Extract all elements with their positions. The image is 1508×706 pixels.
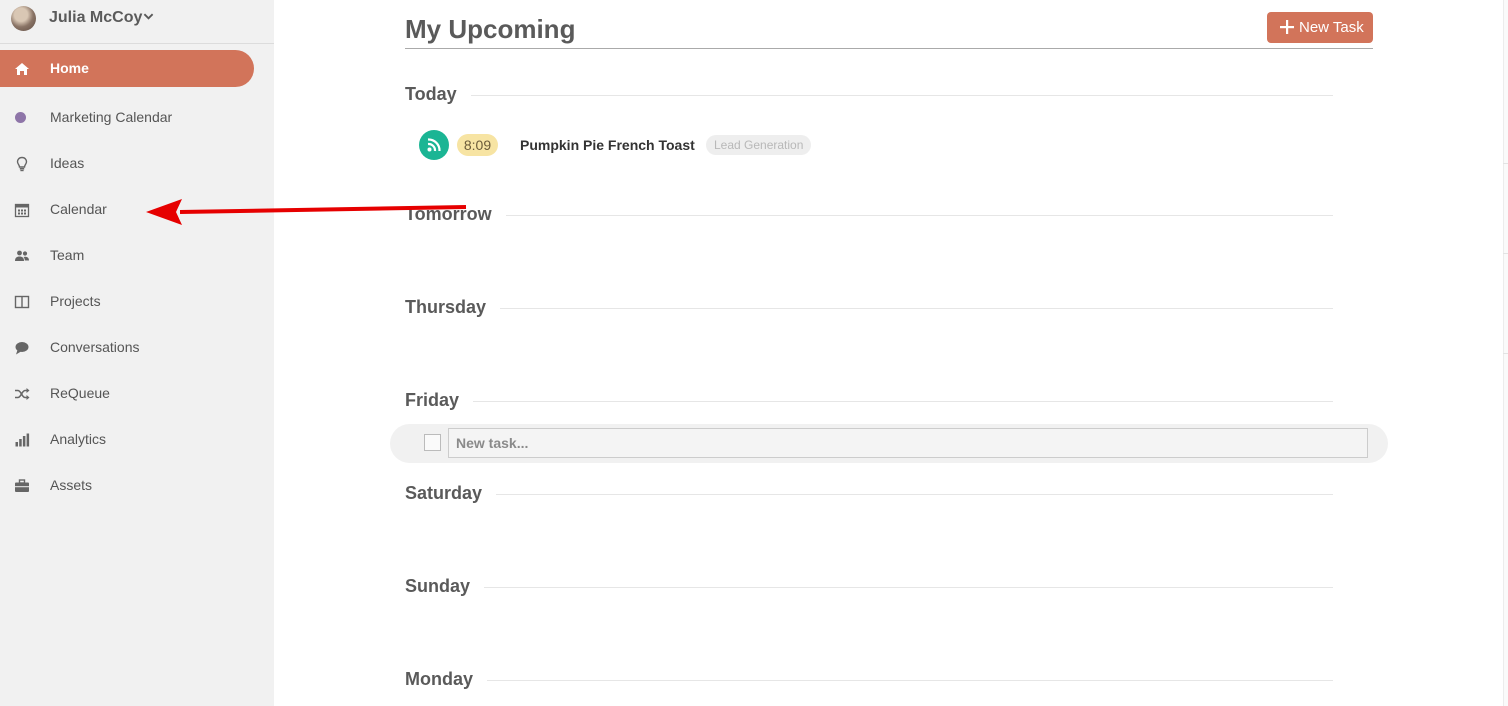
purple-dot-icon: [15, 112, 26, 123]
day-section-sunday: Sunday: [405, 576, 1333, 600]
sidebar-item-label: Ideas: [50, 155, 85, 171]
shuffle-icon: [15, 388, 30, 400]
day-divider: [405, 587, 1333, 588]
day-divider: [405, 494, 1333, 495]
day-label: Friday: [405, 390, 474, 411]
title-divider: [405, 48, 1373, 49]
rss-icon: [419, 130, 449, 160]
sidebar-item-label: Conversations: [50, 339, 140, 355]
sidebar-item-label: ReQueue: [50, 385, 110, 401]
day-divider: [405, 308, 1333, 309]
new-task-button[interactable]: New Task: [1267, 12, 1373, 43]
time-badge: 8:09: [457, 134, 498, 156]
sidebar-item-label: Team: [50, 247, 85, 263]
sidebar-item-label: Assets: [50, 477, 93, 493]
page-title: My Upcoming: [405, 14, 576, 44]
sidebar-item-analytics[interactable]: Analytics: [0, 421, 254, 458]
new-task-input[interactable]: [448, 428, 1368, 458]
day-section-friday: Friday: [405, 390, 1333, 414]
day-divider: [405, 215, 1333, 216]
bar-chart-icon: [15, 433, 30, 447]
columns-icon: [14, 295, 30, 309]
sidebar-item-requeue[interactable]: ReQueue: [0, 375, 254, 412]
new-task-row: [390, 424, 1388, 463]
day-divider: [405, 680, 1333, 681]
day-section-tomorrow: Tomorrow: [405, 204, 1333, 228]
day-section-monday: Monday: [405, 669, 1333, 693]
lightbulb-icon: [16, 156, 28, 172]
sidebar-item-label: Marketing Calendar: [50, 109, 173, 125]
day-label: Thursday: [405, 297, 501, 318]
sidebar-item-marketing-calendar[interactable]: Marketing Calendar: [0, 99, 254, 136]
plus-icon: [1280, 20, 1294, 34]
day-label: Monday: [405, 669, 488, 690]
briefcase-icon: [15, 479, 29, 492]
day-section-today: Today: [405, 84, 1333, 108]
user-name: Julia McCoy: [49, 9, 143, 26]
sidebar-item-home[interactable]: Home: [0, 50, 254, 87]
user-menu[interactable]: Julia McCoy: [0, 0, 274, 44]
speech-bubble-icon: [15, 342, 29, 355]
sidebar-item-calendar[interactable]: Calendar: [0, 191, 254, 228]
team-icon: [15, 250, 29, 261]
sidebar-item-label: Calendar: [50, 201, 107, 217]
sidebar-item-projects[interactable]: Projects: [0, 283, 254, 320]
sidebar-item-team[interactable]: Team: [0, 237, 254, 274]
sidebar-item-assets[interactable]: Assets: [0, 467, 254, 504]
edge-divider: [1503, 253, 1508, 254]
avatar: [11, 6, 36, 31]
task-item[interactable]: 8:09 Pumpkin Pie French Toast Lead Gener…: [405, 127, 1105, 161]
day-label: Sunday: [405, 576, 485, 597]
task-tag[interactable]: Lead Generation: [706, 135, 812, 155]
edge-divider: [1503, 353, 1508, 354]
day-section-thursday: Thursday: [405, 297, 1333, 321]
task-title[interactable]: Pumpkin Pie French Toast: [520, 137, 695, 153]
calendar-icon: [14, 203, 30, 218]
sidebar-item-ideas[interactable]: Ideas: [0, 145, 254, 182]
sidebar-item-label: Projects: [50, 293, 101, 309]
day-divider: [405, 401, 1333, 402]
chevron-down-icon: [143, 13, 154, 20]
sidebar-item-label: Home: [50, 60, 89, 76]
day-section-saturday: Saturday: [405, 483, 1333, 507]
edge-divider: [1503, 163, 1508, 164]
day-label: Saturday: [405, 483, 497, 504]
task-checkbox[interactable]: [424, 434, 441, 451]
day-label: Today: [405, 84, 471, 105]
home-icon: [15, 63, 29, 75]
new-task-label: New Task: [1299, 19, 1364, 36]
sidebar-item-label: Analytics: [50, 431, 107, 447]
day-divider: [405, 95, 1333, 96]
sidebar: Julia McCoy Home Marketing Calendar Idea…: [0, 0, 274, 706]
sidebar-item-conversations[interactable]: Conversations: [0, 329, 254, 366]
day-label: Tomorrow: [405, 204, 506, 225]
